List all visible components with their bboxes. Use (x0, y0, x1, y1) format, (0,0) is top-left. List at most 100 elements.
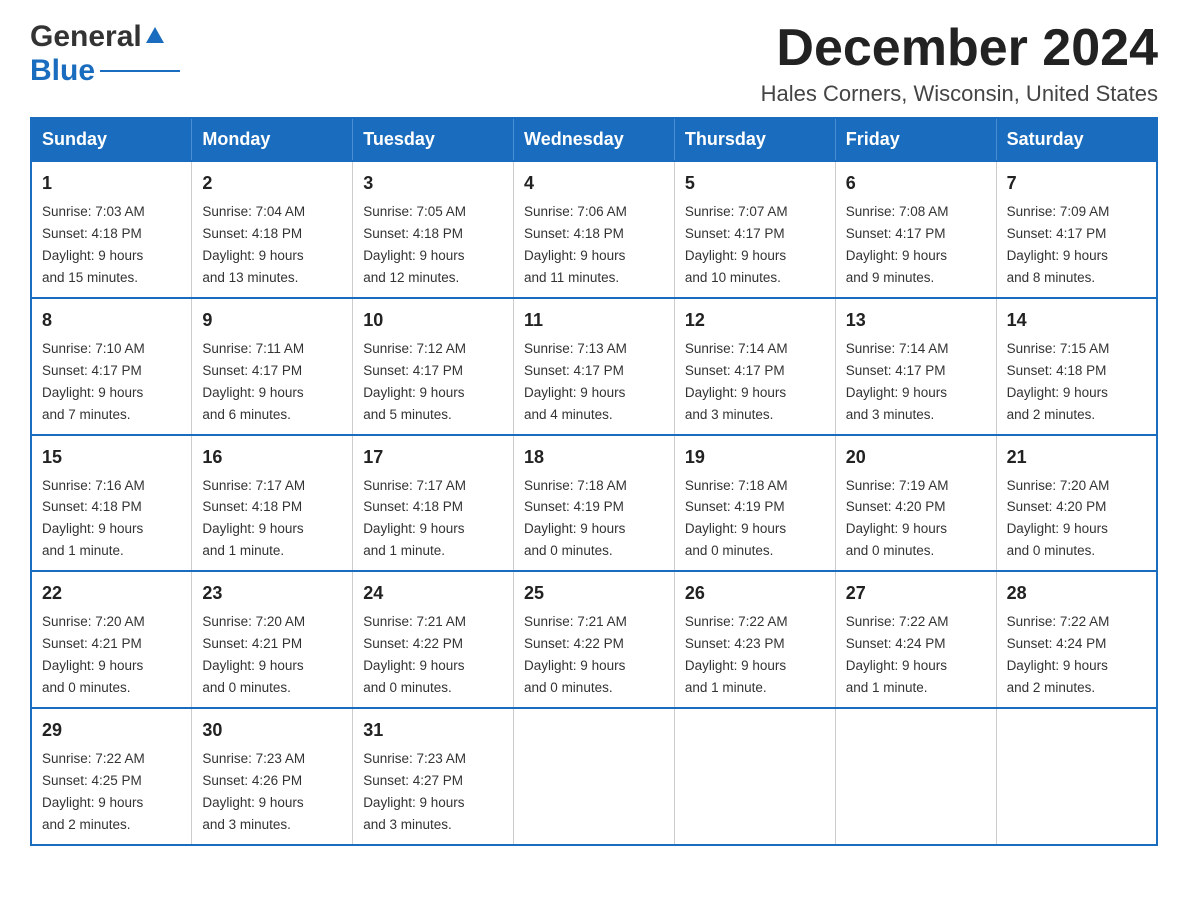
day-info: Sunrise: 7:12 AMSunset: 4:17 PMDaylight:… (363, 341, 466, 422)
day-number: 18 (524, 444, 664, 471)
day-info: Sunrise: 7:18 AMSunset: 4:19 PMDaylight:… (524, 478, 627, 559)
day-number: 9 (202, 307, 342, 334)
calendar-cell (514, 708, 675, 845)
day-number: 3 (363, 170, 503, 197)
calendar-cell (996, 708, 1157, 845)
calendar-cell: 18 Sunrise: 7:18 AMSunset: 4:19 PMDayligh… (514, 435, 675, 572)
calendar-cell: 29Sunrise: 7:22 AMSunset: 4:25 PMDayligh… (31, 708, 192, 845)
logo: General Blue (30, 20, 180, 88)
day-of-week-sunday: Sunday (31, 118, 192, 161)
title-block: December 2024 Hales Corners, Wisconsin, … (761, 20, 1158, 107)
day-info: Sunrise: 7:19 AMSunset: 4:20 PMDaylight:… (846, 478, 949, 559)
calendar-cell: 30 Sunrise: 7:23 AMSunset: 4:26 PMDayligh… (192, 708, 353, 845)
day-info: Sunrise: 7:22 AMSunset: 4:23 PMDaylight:… (685, 614, 788, 695)
day-info: Sunrise: 7:20 AMSunset: 4:21 PMDaylight:… (202, 614, 305, 695)
days-of-week-row: SundayMondayTuesdayWednesdayThursdayFrid… (31, 118, 1157, 161)
week-row-2: 8Sunrise: 7:10 AMSunset: 4:17 PMDaylight… (31, 298, 1157, 435)
calendar-cell: 13Sunrise: 7:14 AMSunset: 4:17 PMDayligh… (835, 298, 996, 435)
calendar-cell: 8Sunrise: 7:10 AMSunset: 4:17 PMDaylight… (31, 298, 192, 435)
day-number: 1 (42, 170, 181, 197)
day-info: Sunrise: 7:22 AMSunset: 4:24 PMDaylight:… (1007, 614, 1110, 695)
calendar-cell: 25Sunrise: 7:21 AMSunset: 4:22 PMDayligh… (514, 571, 675, 708)
day-number: 24 (363, 580, 503, 607)
day-number: 16 (202, 444, 342, 471)
calendar-table: SundayMondayTuesdayWednesdayThursdayFrid… (30, 117, 1158, 845)
calendar-cell: 5 Sunrise: 7:07 AMSunset: 4:17 PMDaylight… (674, 161, 835, 298)
calendar-header: SundayMondayTuesdayWednesdayThursdayFrid… (31, 118, 1157, 161)
day-number: 20 (846, 444, 986, 471)
day-info: Sunrise: 7:20 AMSunset: 4:21 PMDaylight:… (42, 614, 145, 695)
logo-triangle-icon (144, 25, 166, 47)
calendar-cell: 9 Sunrise: 7:11 AMSunset: 4:17 PMDaylight… (192, 298, 353, 435)
calendar-cell (835, 708, 996, 845)
day-number: 29 (42, 717, 181, 744)
calendar-cell: 23 Sunrise: 7:20 AMSunset: 4:21 PMDayligh… (192, 571, 353, 708)
day-number: 2 (202, 170, 342, 197)
calendar-cell: 3Sunrise: 7:05 AMSunset: 4:18 PMDaylight… (353, 161, 514, 298)
month-year-title: December 2024 (761, 20, 1158, 77)
day-of-week-friday: Friday (835, 118, 996, 161)
calendar-cell: 24 Sunrise: 7:21 AMSunset: 4:22 PMDayligh… (353, 571, 514, 708)
calendar-cell: 26 Sunrise: 7:22 AMSunset: 4:23 PMDayligh… (674, 571, 835, 708)
day-number: 27 (846, 580, 986, 607)
calendar-cell: 12 Sunrise: 7:14 AMSunset: 4:17 PMDayligh… (674, 298, 835, 435)
week-row-3: 15 Sunrise: 7:16 AMSunset: 4:18 PMDayligh… (31, 435, 1157, 572)
day-info: Sunrise: 7:23 AMSunset: 4:26 PMDaylight:… (202, 751, 305, 832)
day-info: Sunrise: 7:15 AMSunset: 4:18 PMDaylight:… (1007, 341, 1110, 422)
calendar-cell: 28 Sunrise: 7:22 AMSunset: 4:24 PMDayligh… (996, 571, 1157, 708)
day-info: Sunrise: 7:11 AMSunset: 4:17 PMDaylight:… (202, 341, 304, 422)
day-info: Sunrise: 7:14 AMSunset: 4:17 PMDaylight:… (846, 341, 949, 422)
day-info: Sunrise: 7:22 AMSunset: 4:24 PMDaylight:… (846, 614, 949, 695)
calendar-cell: 1 Sunrise: 7:03 AMSunset: 4:18 PMDaylight… (31, 161, 192, 298)
logo-underline (100, 70, 180, 72)
day-info: Sunrise: 7:04 AMSunset: 4:18 PMDaylight:… (202, 204, 305, 285)
location-subtitle: Hales Corners, Wisconsin, United States (761, 81, 1158, 107)
calendar-cell: 14 Sunrise: 7:15 AMSunset: 4:18 PMDayligh… (996, 298, 1157, 435)
day-number: 6 (846, 170, 986, 197)
day-number: 15 (42, 444, 181, 471)
calendar-cell: 16Sunrise: 7:17 AMSunset: 4:18 PMDayligh… (192, 435, 353, 572)
calendar-cell: 17Sunrise: 7:17 AMSunset: 4:18 PMDayligh… (353, 435, 514, 572)
day-of-week-tuesday: Tuesday (353, 118, 514, 161)
calendar-cell (674, 708, 835, 845)
day-number: 25 (524, 580, 664, 607)
calendar-cell: 31Sunrise: 7:23 AMSunset: 4:27 PMDayligh… (353, 708, 514, 845)
calendar-cell: 15 Sunrise: 7:16 AMSunset: 4:18 PMDayligh… (31, 435, 192, 572)
day-number: 28 (1007, 580, 1146, 607)
day-of-week-monday: Monday (192, 118, 353, 161)
day-info: Sunrise: 7:10 AMSunset: 4:17 PMDaylight:… (42, 341, 145, 422)
day-number: 26 (685, 580, 825, 607)
day-info: Sunrise: 7:17 AMSunset: 4:18 PMDaylight:… (363, 478, 466, 559)
day-info: Sunrise: 7:09 AMSunset: 4:17 PMDaylight:… (1007, 204, 1110, 285)
calendar-body: 1 Sunrise: 7:03 AMSunset: 4:18 PMDaylight… (31, 161, 1157, 844)
day-info: Sunrise: 7:20 AMSunset: 4:20 PMDaylight:… (1007, 478, 1110, 559)
calendar-cell: 4Sunrise: 7:06 AMSunset: 4:18 PMDaylight… (514, 161, 675, 298)
day-number: 12 (685, 307, 825, 334)
day-number: 23 (202, 580, 342, 607)
day-number: 31 (363, 717, 503, 744)
day-info: Sunrise: 7:13 AMSunset: 4:17 PMDaylight:… (524, 341, 627, 422)
day-number: 5 (685, 170, 825, 197)
week-row-4: 22Sunrise: 7:20 AMSunset: 4:21 PMDayligh… (31, 571, 1157, 708)
day-number: 19 (685, 444, 825, 471)
day-info: Sunrise: 7:08 AMSunset: 4:17 PMDaylight:… (846, 204, 949, 285)
day-info: Sunrise: 7:06 AMSunset: 4:18 PMDaylight:… (524, 204, 627, 285)
day-number: 30 (202, 717, 342, 744)
calendar-cell: 6 Sunrise: 7:08 AMSunset: 4:17 PMDaylight… (835, 161, 996, 298)
calendar-cell: 2 Sunrise: 7:04 AMSunset: 4:18 PMDaylight… (192, 161, 353, 298)
day-info: Sunrise: 7:03 AMSunset: 4:18 PMDaylight:… (42, 204, 145, 285)
day-info: Sunrise: 7:16 AMSunset: 4:18 PMDaylight:… (42, 478, 145, 559)
day-info: Sunrise: 7:21 AMSunset: 4:22 PMDaylight:… (363, 614, 466, 695)
day-info: Sunrise: 7:07 AMSunset: 4:17 PMDaylight:… (685, 204, 788, 285)
day-of-week-thursday: Thursday (674, 118, 835, 161)
calendar-cell: 22Sunrise: 7:20 AMSunset: 4:21 PMDayligh… (31, 571, 192, 708)
calendar-cell: 27 Sunrise: 7:22 AMSunset: 4:24 PMDayligh… (835, 571, 996, 708)
day-number: 21 (1007, 444, 1146, 471)
day-number: 14 (1007, 307, 1146, 334)
calendar-cell: 11Sunrise: 7:13 AMSunset: 4:17 PMDayligh… (514, 298, 675, 435)
day-number: 7 (1007, 170, 1146, 197)
page-header: General Blue December 2024 Hales Corners… (30, 20, 1158, 107)
calendar-cell: 7 Sunrise: 7:09 AMSunset: 4:17 PMDaylight… (996, 161, 1157, 298)
day-info: Sunrise: 7:14 AMSunset: 4:17 PMDaylight:… (685, 341, 788, 422)
calendar-cell: 10Sunrise: 7:12 AMSunset: 4:17 PMDayligh… (353, 298, 514, 435)
